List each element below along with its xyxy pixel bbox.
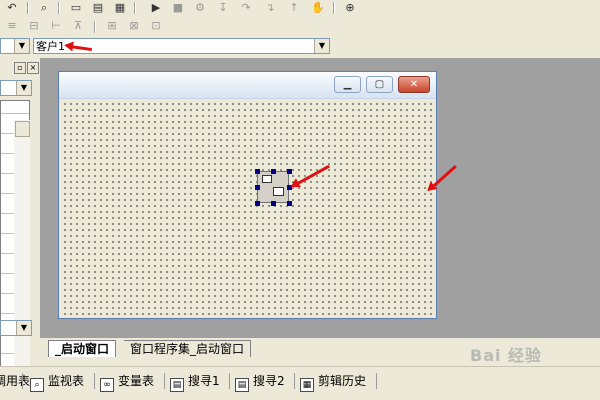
component-icon xyxy=(262,175,272,183)
property-object-combo[interactable]: ▼ xyxy=(0,80,32,96)
same-height-icon[interactable]: ⊠ xyxy=(126,19,142,33)
watermark: Bai 经验 xyxy=(470,346,543,365)
binoculars-icon[interactable]: ⊕ xyxy=(342,1,358,15)
chevron-down-icon[interactable]: ▼ xyxy=(16,321,31,335)
toolbar-separator xyxy=(333,2,335,14)
tab-label: 监视表 xyxy=(48,374,85,388)
tab-search-1[interactable]: ▤ 搜寻1 xyxy=(170,372,220,392)
step-over-icon[interactable]: ↷ xyxy=(238,1,254,15)
close-panel-icon[interactable]: × xyxy=(27,62,39,74)
tab-variable-table[interactable]: ∞ 变量表 xyxy=(100,372,155,392)
toolbar-separator xyxy=(376,373,377,389)
close-icon[interactable]: ✕ xyxy=(398,76,430,93)
clip-history-icon: ▦ xyxy=(300,378,314,392)
tab-label: 搜寻2 xyxy=(253,374,285,388)
same-size-icon[interactable]: ⊡ xyxy=(148,19,164,33)
event-combo[interactable]: ▼ xyxy=(0,320,32,336)
table-view-icon[interactable]: ▤ xyxy=(90,1,106,15)
resize-handle[interactable] xyxy=(287,169,292,174)
toolbar-align: ≡ ⊟ ⊢ ⊼ ⊞ ⊠ ⊡ xyxy=(0,17,600,36)
minimize-icon[interactable]: ▁ xyxy=(334,76,361,93)
code-view-icon[interactable]: ▦ xyxy=(112,1,128,15)
toolbar-separator xyxy=(164,373,165,389)
toolbar-separator xyxy=(58,2,60,14)
chevron-down-icon[interactable]: ▼ xyxy=(16,81,31,95)
form-window[interactable]: ▁ ▢ ✕ xyxy=(58,71,437,319)
variable-icon: ∞ xyxy=(100,378,114,392)
step-icon[interactable]: ↧ xyxy=(215,1,231,15)
form-client-area[interactable] xyxy=(60,99,435,317)
property-panel: ▫ × ▼ ▼ xyxy=(0,58,40,372)
hand-icon[interactable]: ✋ xyxy=(310,1,326,15)
step-out-icon[interactable]: ↑ xyxy=(286,1,302,15)
center-h-icon[interactable]: ⊼ xyxy=(70,19,86,33)
toolbar-separator xyxy=(94,373,95,389)
tab-window-assembly[interactable]: 窗口程序集_启动窗口 xyxy=(124,340,252,357)
resize-handle[interactable] xyxy=(255,185,260,190)
scrollbar-thumb[interactable] xyxy=(15,121,30,137)
step-into-icon[interactable]: ↴ xyxy=(262,1,278,15)
object-name-value: 客户1 xyxy=(36,40,65,53)
form-view-icon[interactable]: ▭ xyxy=(68,1,84,15)
chevron-down-icon[interactable]: ▼ xyxy=(14,39,29,53)
tab-clip-history[interactable]: ▦ 剪辑历史 xyxy=(300,372,367,392)
tab-label: 变量表 xyxy=(118,374,155,388)
undo-icon[interactable]: ↶ xyxy=(4,1,20,15)
toolbar-separator xyxy=(94,21,96,33)
toolbar-top: ↶ ⌕ ▭ ▤ ▦ ▶ ■ ⚙ ↧ ↷ ↴ ↑ ✋ ⊕ xyxy=(0,0,600,17)
monitor-icon: ⌕ xyxy=(30,378,44,392)
restore-panel-icon[interactable]: ▫ xyxy=(14,62,26,74)
resize-handle[interactable] xyxy=(255,169,260,174)
run-icon[interactable]: ▶ xyxy=(148,1,164,15)
toolbar-separator xyxy=(294,373,295,389)
maximize-icon[interactable]: ▢ xyxy=(366,76,393,93)
debug-icon[interactable]: ⚙ xyxy=(192,1,208,15)
search1-icon: ▤ xyxy=(170,378,184,392)
resize-handle[interactable] xyxy=(287,201,292,206)
selected-component[interactable] xyxy=(257,171,289,203)
chevron-down-icon[interactable]: ▼ xyxy=(314,39,329,53)
resize-handle[interactable] xyxy=(271,169,276,174)
component-icon xyxy=(273,187,284,196)
tab-monitor-table[interactable]: ⌕ 监视表 xyxy=(30,372,85,392)
tab-label: 调用表 xyxy=(0,374,31,388)
form-title-bar[interactable]: ▁ ▢ ✕ xyxy=(59,72,436,99)
search2-icon: ▤ xyxy=(235,378,249,392)
tab-label: 搜寻1 xyxy=(188,374,220,388)
align-top-icon[interactable]: ≡ xyxy=(4,19,20,33)
property-row[interactable] xyxy=(1,113,29,114)
toolbar-separator xyxy=(229,373,230,389)
find-icon[interactable]: ⌕ xyxy=(36,1,52,15)
stop-icon[interactable]: ■ xyxy=(170,1,186,15)
resize-handle[interactable] xyxy=(271,201,276,206)
align-middle-icon[interactable]: ⊟ xyxy=(26,19,42,33)
toolbar-separator xyxy=(22,373,23,389)
resize-handle[interactable] xyxy=(255,201,260,206)
object-type-combo[interactable]: ▼ xyxy=(0,38,30,54)
bottom-toolbar: ▤调用表 ⌕ 监视表 ∞ 变量表 ▤ 搜寻1 ▤ 搜寻2 ▦ 剪辑历史 xyxy=(0,366,600,395)
toolbar-separator xyxy=(27,2,29,14)
tab-search-2[interactable]: ▤ 搜寻2 xyxy=(235,372,285,392)
tab-label: 剪辑历史 xyxy=(318,374,367,388)
tab-call-table[interactable]: ▤调用表 xyxy=(0,372,30,390)
align-bottom-icon[interactable]: ⊢ xyxy=(48,19,64,33)
same-width-icon[interactable]: ⊞ xyxy=(104,19,120,33)
tab-start-window[interactable]: _启动窗口 xyxy=(48,340,117,357)
toolbar-separator xyxy=(134,2,136,14)
